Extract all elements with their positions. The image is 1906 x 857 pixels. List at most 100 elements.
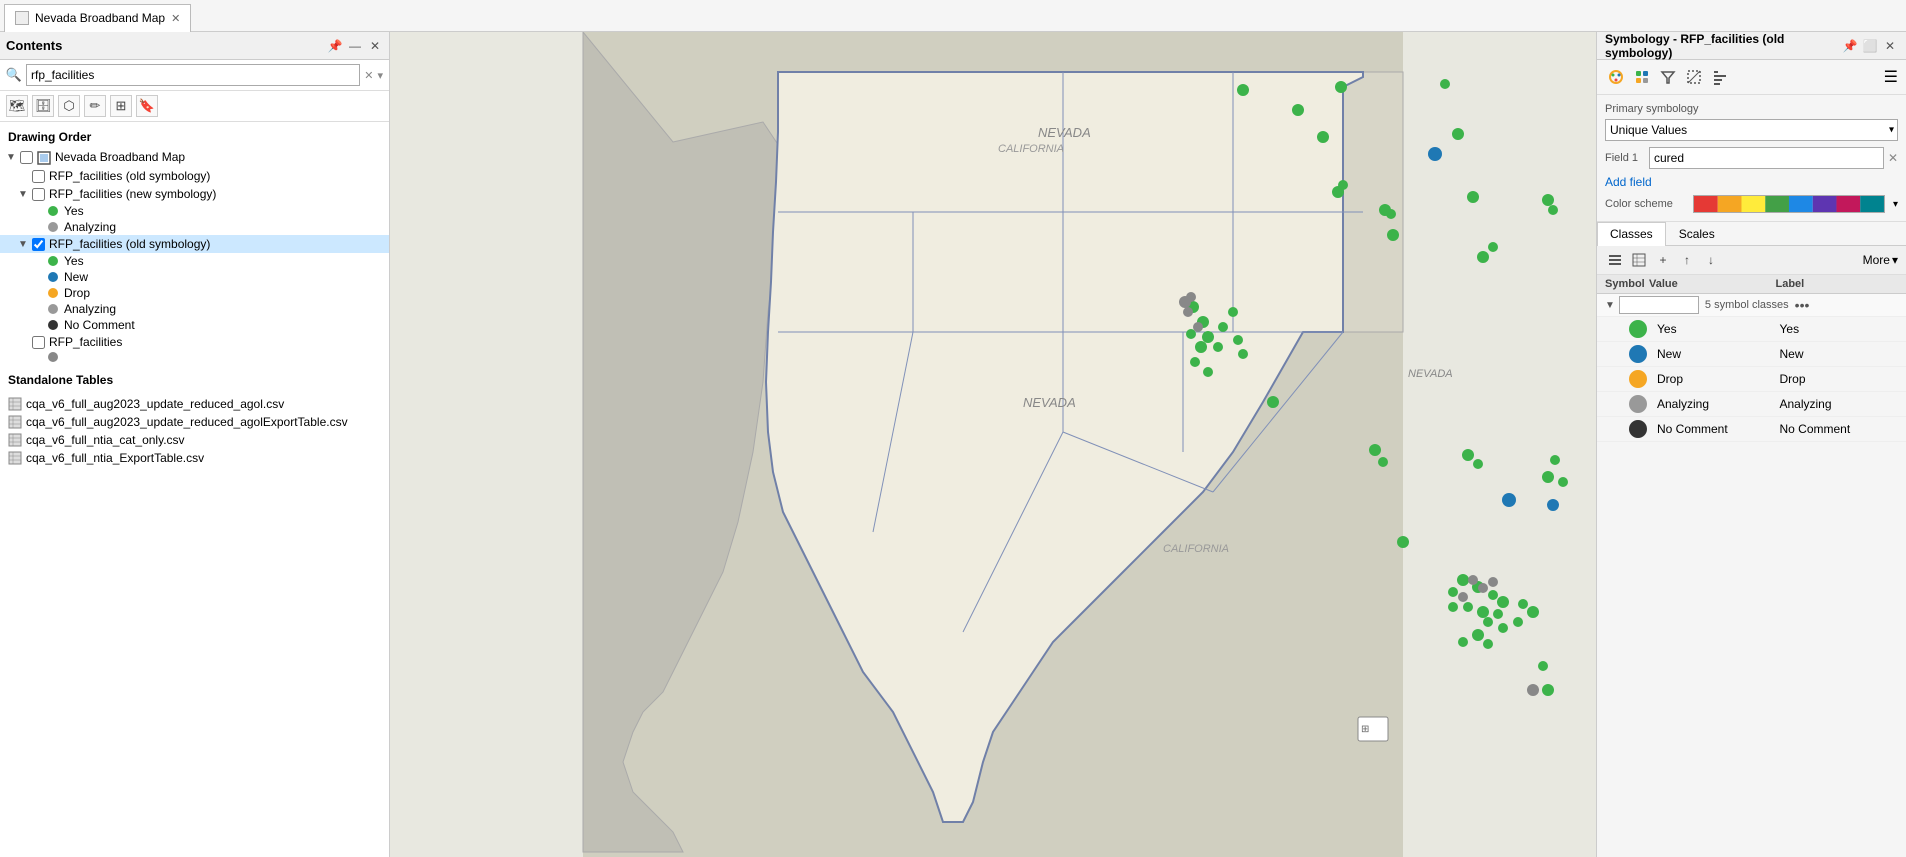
- class-tool-up[interactable]: ↑: [1677, 250, 1697, 270]
- table-item-0[interactable]: cqa_v6_full_aug2023_update_reduced_agol.…: [8, 395, 381, 413]
- sym-close-icon[interactable]: ✕: [1882, 38, 1898, 54]
- layer-rfp-old[interactable]: RFP_facilities (old symbology): [0, 167, 389, 185]
- table-item-2[interactable]: cqa_v6_full_ntia_cat_only.csv: [8, 431, 381, 449]
- tab-scales[interactable]: Scales: [1666, 222, 1728, 245]
- class-row-new[interactable]: New New: [1597, 342, 1906, 367]
- class-expand-row: ▼ 5 symbol classes •••: [1597, 294, 1906, 317]
- search-clear-icon[interactable]: ✕: [364, 69, 373, 82]
- search-bar: 🔍 ✕ ▾: [0, 60, 389, 91]
- contents-title: Contents: [6, 38, 62, 53]
- symbology-type-dropdown-wrap: Unique Values: [1605, 119, 1898, 141]
- add-field-link[interactable]: Add field: [1605, 175, 1898, 189]
- map-tab-close[interactable]: ✕: [171, 12, 180, 25]
- sym-tool-masking[interactable]: [1683, 66, 1705, 88]
- color-scheme-dropdown[interactable]: ▾: [1893, 199, 1898, 210]
- color-scheme-bar[interactable]: [1693, 195, 1885, 213]
- field1-clear[interactable]: ✕: [1888, 151, 1898, 165]
- table-name-1: cqa_v6_full_aug2023_update_reduced_agolE…: [26, 415, 348, 429]
- sym-tool-structure[interactable]: [1709, 66, 1731, 88]
- dot-new: [48, 272, 58, 282]
- color-scheme-label: Color scheme: [1605, 198, 1685, 210]
- legend-analyzing: Analyzing: [0, 301, 389, 317]
- search-dropdown-icon[interactable]: ▾: [377, 69, 383, 82]
- col-label-header: Label: [1776, 278, 1899, 290]
- class-options-dots[interactable]: •••: [1795, 297, 1810, 313]
- legend-item-analyzing-new: Analyzing: [0, 219, 389, 235]
- field1-row: Field 1 ✕: [1605, 147, 1898, 169]
- layer-checkbox-rfp-old-sel[interactable]: [32, 238, 45, 251]
- tab-classes[interactable]: Classes: [1597, 222, 1666, 246]
- main-layout: Contents 📌 — ✕ 🔍 ✕ ▾ 🗺 🗄 ⬡ ✏ ⊞ 🔖 Drawing…: [0, 32, 1906, 857]
- class-symbol-yes: [1629, 320, 1647, 338]
- legend-drop: Drop: [0, 285, 389, 301]
- class-col-headers: Symbol Value Label: [1597, 275, 1906, 294]
- sym-expand-icon[interactable]: ⬜: [1862, 38, 1878, 54]
- layer-checkbox-rfp-new[interactable]: [32, 188, 45, 201]
- tool-bookmark-icon[interactable]: 🔖: [136, 95, 158, 117]
- class-symbol-no-comment: [1629, 420, 1647, 438]
- map-label-california: CALIFORNIA: [998, 143, 1064, 155]
- class-row-yes[interactable]: Yes Yes: [1597, 317, 1906, 342]
- label-new: New: [64, 270, 88, 284]
- sym-tool-filter[interactable]: [1657, 66, 1679, 88]
- layer-rfp-new[interactable]: ▼ RFP_facilities (new symbology): [0, 185, 389, 203]
- layer-checkbox-rfp-old[interactable]: [32, 170, 45, 183]
- sym-tool-format[interactable]: [1631, 66, 1653, 88]
- layer-nevada-broadband-map[interactable]: ▼ Nevada Broadband Map: [0, 148, 389, 167]
- tool-grid-icon[interactable]: ⊞: [110, 95, 132, 117]
- legend-dot-analyzing-new: [48, 222, 58, 232]
- tool-db-icon[interactable]: 🗄: [32, 95, 54, 117]
- class-row-analyzing[interactable]: Analyzing Analyzing: [1597, 392, 1906, 417]
- layer-expand-icon: ▼: [6, 152, 18, 163]
- sym-hamburger[interactable]: ☰: [1884, 67, 1898, 87]
- search-input[interactable]: [26, 64, 360, 86]
- class-tool-add[interactable]: +: [1653, 250, 1673, 270]
- contents-panel: Contents 📌 — ✕ 🔍 ✕ ▾ 🗺 🗄 ⬡ ✏ ⊞ 🔖 Drawing…: [0, 32, 390, 857]
- map-label-nevada: NEVADA: [1038, 125, 1091, 140]
- class-search-input[interactable]: [1619, 296, 1699, 314]
- class-row-no-comment[interactable]: No Comment No Comment: [1597, 417, 1906, 442]
- class-value-analyzing: Analyzing: [1657, 397, 1776, 411]
- class-tool-list[interactable]: [1605, 250, 1625, 270]
- legend-dot-yes-new: [48, 206, 58, 216]
- map-tab-icon: [15, 11, 29, 25]
- class-tool-table[interactable]: [1629, 250, 1649, 270]
- pin-icon[interactable]: 📌: [327, 38, 343, 54]
- label-yes: Yes: [64, 254, 84, 268]
- class-label-yes: Yes: [1780, 322, 1899, 336]
- sym-toolbar: ☰: [1597, 60, 1906, 95]
- layer-rfp-facilities[interactable]: RFP_facilities: [0, 333, 389, 351]
- rfp-old-sel-expand: ▼: [18, 239, 30, 250]
- tool-vector-icon[interactable]: ⬡: [58, 95, 80, 117]
- label-analyzing: Analyzing: [64, 302, 116, 316]
- primary-symbology-section: Primary symbology Unique Values Field 1 …: [1597, 95, 1906, 222]
- standalone-tables-section: cqa_v6_full_aug2023_update_reduced_agol.…: [0, 391, 389, 471]
- field1-input[interactable]: [1649, 147, 1884, 169]
- map-label-california2: CALIFORNIA: [1163, 543, 1229, 555]
- class-symbol-new: [1629, 345, 1647, 363]
- class-tool-down[interactable]: ↓: [1701, 250, 1721, 270]
- tool-map-icon[interactable]: 🗺: [6, 95, 28, 117]
- more-button[interactable]: More ▾: [1863, 253, 1898, 267]
- symbology-type-dropdown[interactable]: Unique Values: [1605, 119, 1898, 141]
- layer-checkbox-nevada[interactable]: [20, 151, 33, 164]
- table-item-3[interactable]: cqa_v6_full_ntia_ExportTable.csv: [8, 449, 381, 467]
- class-label-drop: Drop: [1780, 372, 1899, 386]
- layer-rfp-old-selected[interactable]: ▼ RFP_facilities (old symbology): [0, 235, 389, 253]
- class-row-drop[interactable]: Drop Drop: [1597, 367, 1906, 392]
- close-icon[interactable]: ✕: [367, 38, 383, 54]
- minimize-icon[interactable]: —: [347, 38, 363, 54]
- col-value-header: Value: [1649, 278, 1772, 290]
- layer-checkbox-rfp[interactable]: [32, 336, 45, 349]
- class-expand-chevron[interactable]: ▼: [1605, 300, 1615, 311]
- table-item-1[interactable]: cqa_v6_full_aug2023_update_reduced_agolE…: [8, 413, 381, 431]
- legend-item-yes-new: Yes: [0, 203, 389, 219]
- map-tab[interactable]: Nevada Broadband Map ✕: [4, 4, 191, 32]
- table-icon-0: [8, 397, 22, 411]
- label-drop: Drop: [64, 286, 90, 300]
- sym-pin-icon[interactable]: 📌: [1842, 38, 1858, 54]
- class-symbol-analyzing: [1629, 395, 1647, 413]
- tool-edit-icon[interactable]: ✏: [84, 95, 106, 117]
- sym-tool-palette[interactable]: [1605, 66, 1627, 88]
- class-symbol-drop: [1629, 370, 1647, 388]
